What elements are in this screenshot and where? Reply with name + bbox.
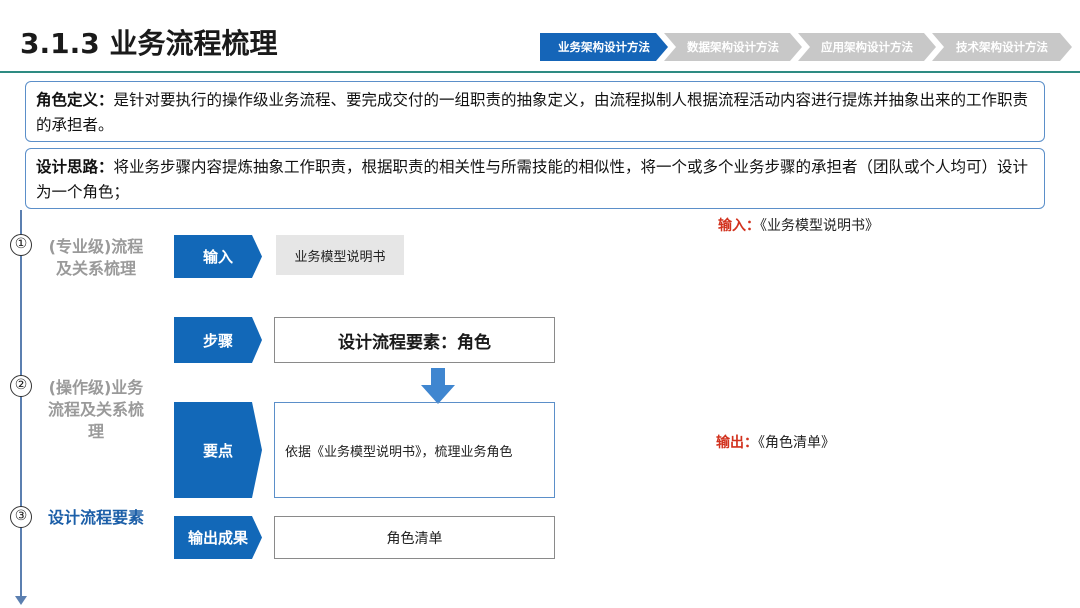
side-input: 输入：《业务模型说明书》 xyxy=(718,215,879,235)
down-arrow-icon xyxy=(421,368,455,404)
design-approach-box: 设计思路：将业务步骤内容提炼抽象工作职责，根据职责的相关性与所需技能的相似性，将… xyxy=(25,148,1045,209)
breadcrumb-data-architecture[interactable]: 数据架构设计方法 xyxy=(664,33,802,61)
title-divider xyxy=(0,71,1080,73)
side-output-value: 《角色清单》 xyxy=(758,435,835,451)
input-content: 业务模型说明书 xyxy=(276,235,404,275)
key-point-content: 依据《业务模型说明书》，梳理业务角色 xyxy=(274,402,555,498)
role-definition-label: 角色定义： xyxy=(36,91,114,109)
breadcrumb-business-architecture[interactable]: 业务架构设计方法 xyxy=(540,33,668,61)
breadcrumb-application-architecture[interactable]: 应用架构设计方法 xyxy=(798,33,936,61)
phase-3-number: ③ xyxy=(10,506,32,528)
phase-1-label: (专业级)流程及关系梳理 xyxy=(48,237,144,278)
phase-2-number: ② xyxy=(10,375,32,397)
output-content: 角色清单 xyxy=(274,516,555,559)
timeline-arrow-icon xyxy=(15,596,27,605)
timeline-line xyxy=(20,210,22,600)
breadcrumb-technology-architecture[interactable]: 技术架构设计方法 xyxy=(932,33,1072,61)
phase-1-number: ① xyxy=(10,234,32,256)
page-title: 3.1.3 业务流程梳理 xyxy=(20,27,278,60)
step-content: 设计流程要素：角色 xyxy=(274,317,555,363)
breadcrumb: 业务架构设计方法 数据架构设计方法 应用架构设计方法 技术架构设计方法 xyxy=(540,33,1080,61)
side-output-label: 输出： xyxy=(716,435,758,451)
key-point-tag: 要点 xyxy=(174,402,262,498)
role-definition-text: 是针对要执行的操作级业务流程、要完成交付的一组职责的抽象定义，由流程拟制人根据流… xyxy=(36,91,1029,134)
output-tag: 输出成果 xyxy=(174,516,262,559)
input-tag: 输入 xyxy=(174,235,262,278)
phase-2-label: (操作级)业务流程及关系梳理 xyxy=(47,378,144,441)
side-input-value: 《业务模型说明书》 xyxy=(760,218,879,234)
role-definition-box: 角色定义：是针对要执行的操作级业务流程、要完成交付的一组职责的抽象定义，由流程拟… xyxy=(25,81,1045,142)
side-input-label: 输入： xyxy=(718,218,760,234)
design-approach-label: 设计思路： xyxy=(36,158,114,176)
step-tag: 步骤 xyxy=(174,317,262,363)
phase-3-label: 设计流程要素 xyxy=(47,508,144,527)
design-approach-text: 将业务步骤内容提炼抽象工作职责，根据职责的相关性与所需技能的相似性，将一个或多个… xyxy=(36,158,1029,201)
side-output: 输出：《角色清单》 xyxy=(716,432,835,452)
